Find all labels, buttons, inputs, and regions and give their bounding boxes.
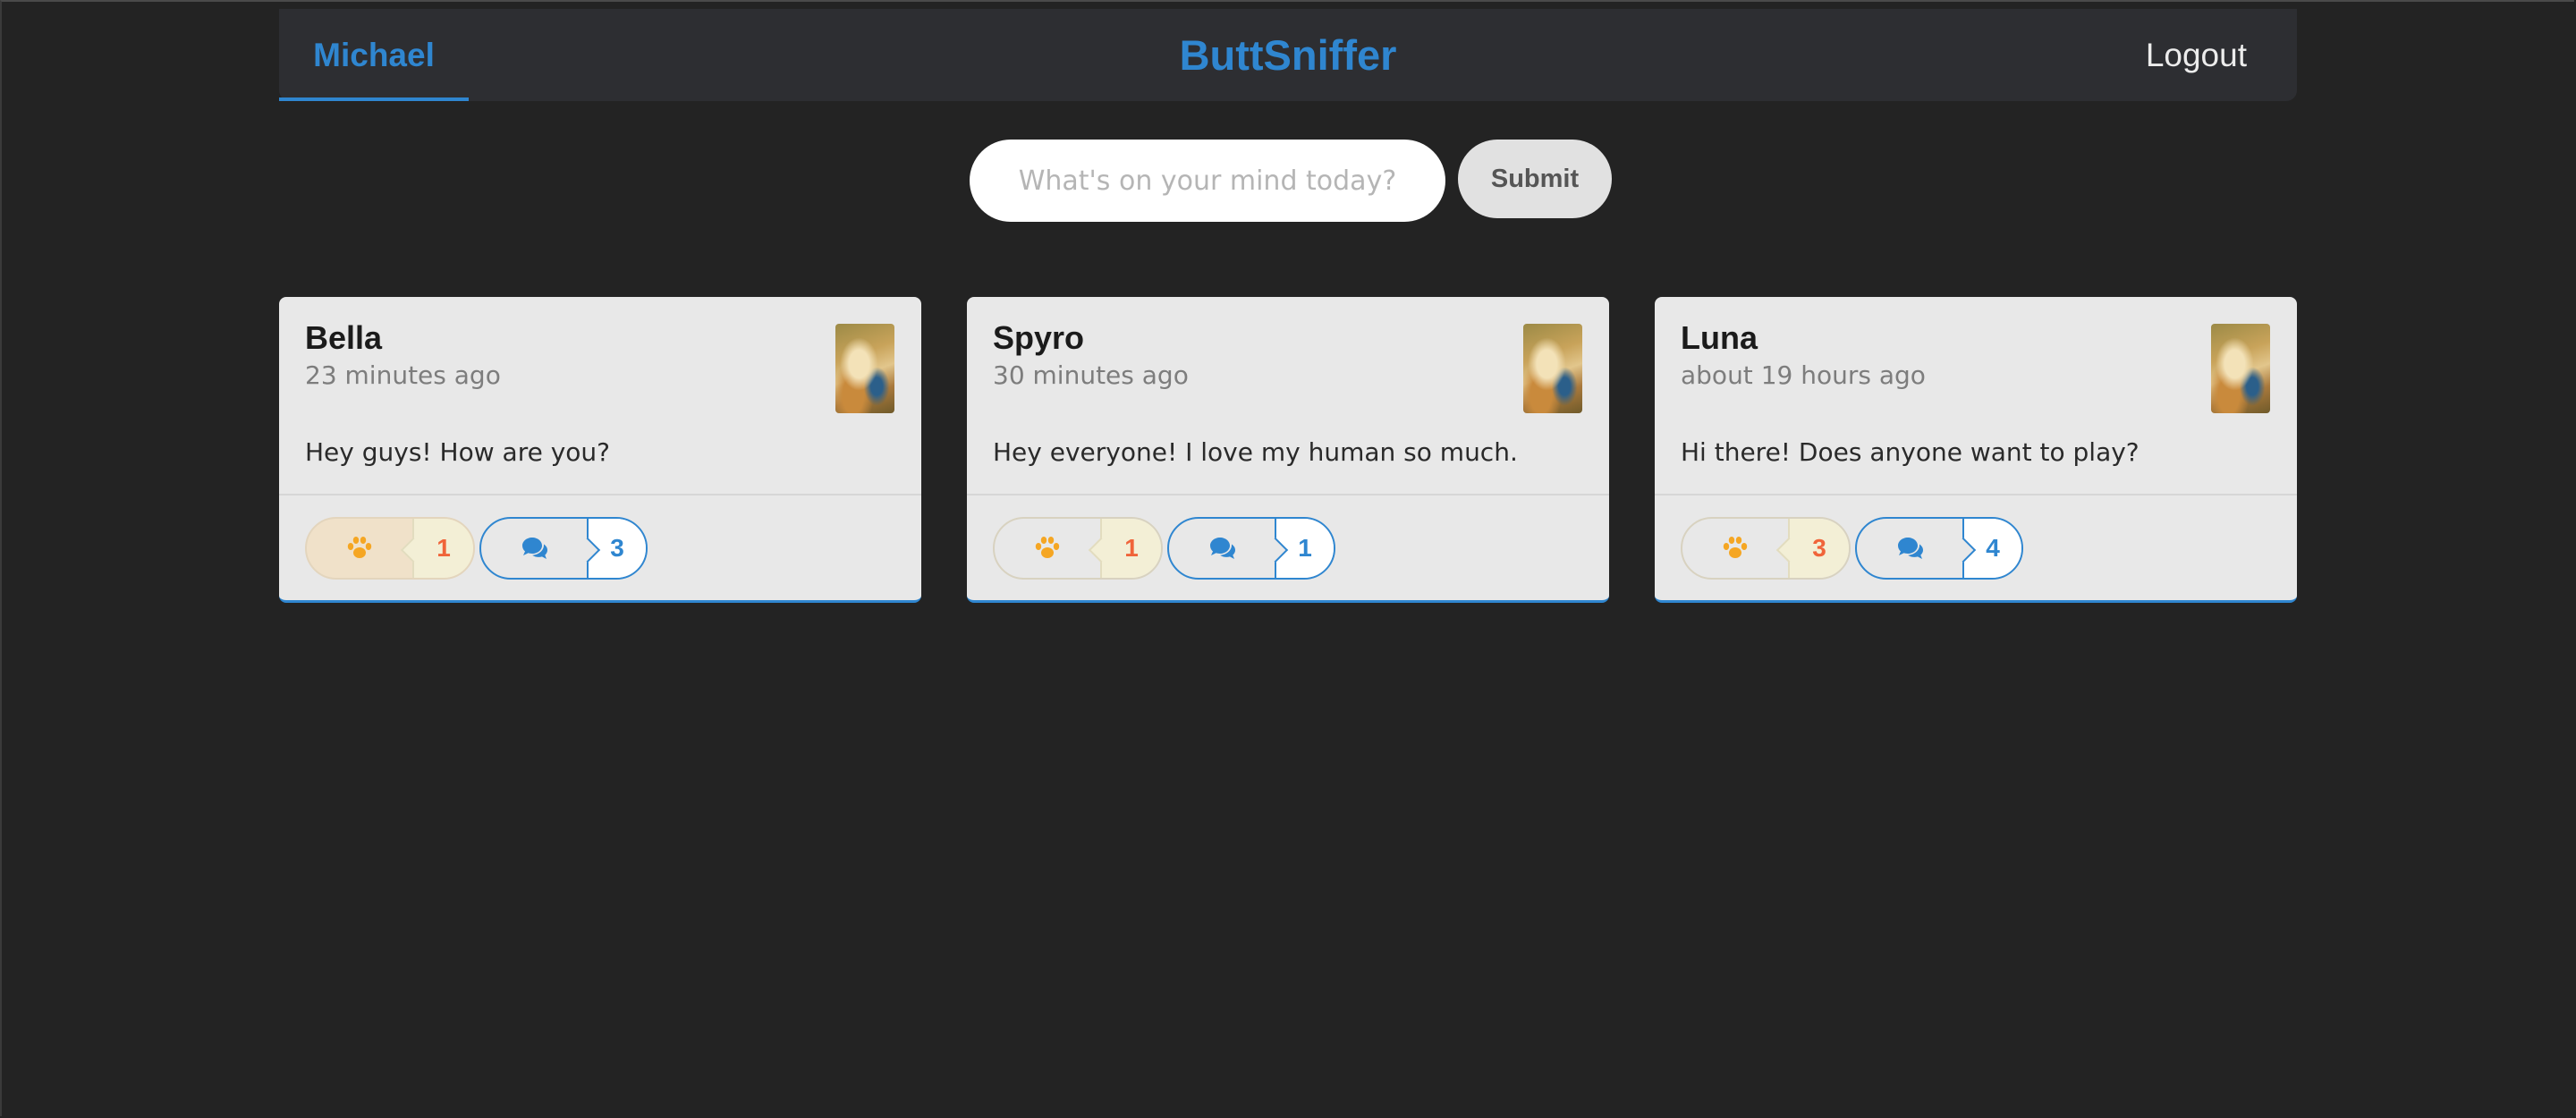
post-timestamp: about 19 hours ago <box>1681 360 1926 390</box>
brand-title: ButtSniffer <box>1179 31 1397 79</box>
comments-icon <box>1857 519 1964 578</box>
paw-icon <box>307 519 412 578</box>
comment-button[interactable]: 3 <box>479 517 648 580</box>
avatar <box>835 324 894 413</box>
logout-link[interactable]: Logout <box>2146 9 2247 101</box>
post-text: Hi there! Does anyone want to play? <box>1681 437 2140 467</box>
like-count: 1 <box>412 519 473 578</box>
card-divider <box>279 494 921 495</box>
avatar <box>2211 324 2270 413</box>
post-card: Spyro 30 minutes ago Hey everyone! I lov… <box>967 297 1609 603</box>
post-text: Hey guys! How are you? <box>305 437 611 467</box>
card-divider <box>967 494 1609 495</box>
post-author: Spyro <box>993 319 1085 356</box>
like-button[interactable]: 1 <box>993 517 1163 580</box>
avatar <box>1523 324 1582 413</box>
post-text: Hey everyone! I love my human so much. <box>993 437 1518 467</box>
post-timestamp: 30 minutes ago <box>993 360 1189 390</box>
like-count: 3 <box>1788 519 1849 578</box>
card-divider <box>1655 494 2297 495</box>
post-timestamp: 23 minutes ago <box>305 360 501 390</box>
comments-icon <box>1169 519 1276 578</box>
comment-count: 1 <box>1275 519 1334 578</box>
paw-icon <box>1682 519 1788 578</box>
like-button[interactable]: 1 <box>305 517 475 580</box>
post-input[interactable] <box>970 140 1445 222</box>
post-list: Bella 23 minutes ago Hey guys! How are y… <box>279 297 2297 603</box>
post-author: Luna <box>1681 319 1758 356</box>
comment-count: 4 <box>1962 519 2021 578</box>
comment-button[interactable]: 1 <box>1167 517 1335 580</box>
post-card: Bella 23 minutes ago Hey guys! How are y… <box>279 297 921 603</box>
comment-button[interactable]: 4 <box>1855 517 2023 580</box>
comments-icon <box>481 519 589 578</box>
like-button[interactable]: 3 <box>1681 517 1851 580</box>
post-author: Bella <box>305 319 383 356</box>
post-card: Luna about 19 hours ago Hi there! Does a… <box>1655 297 2297 603</box>
paw-icon <box>995 519 1100 578</box>
submit-button[interactable]: Submit <box>1458 140 1612 218</box>
top-navbar: Michael ButtSniffer Logout <box>279 9 2297 101</box>
comment-count: 3 <box>587 519 646 578</box>
like-count: 1 <box>1100 519 1161 578</box>
